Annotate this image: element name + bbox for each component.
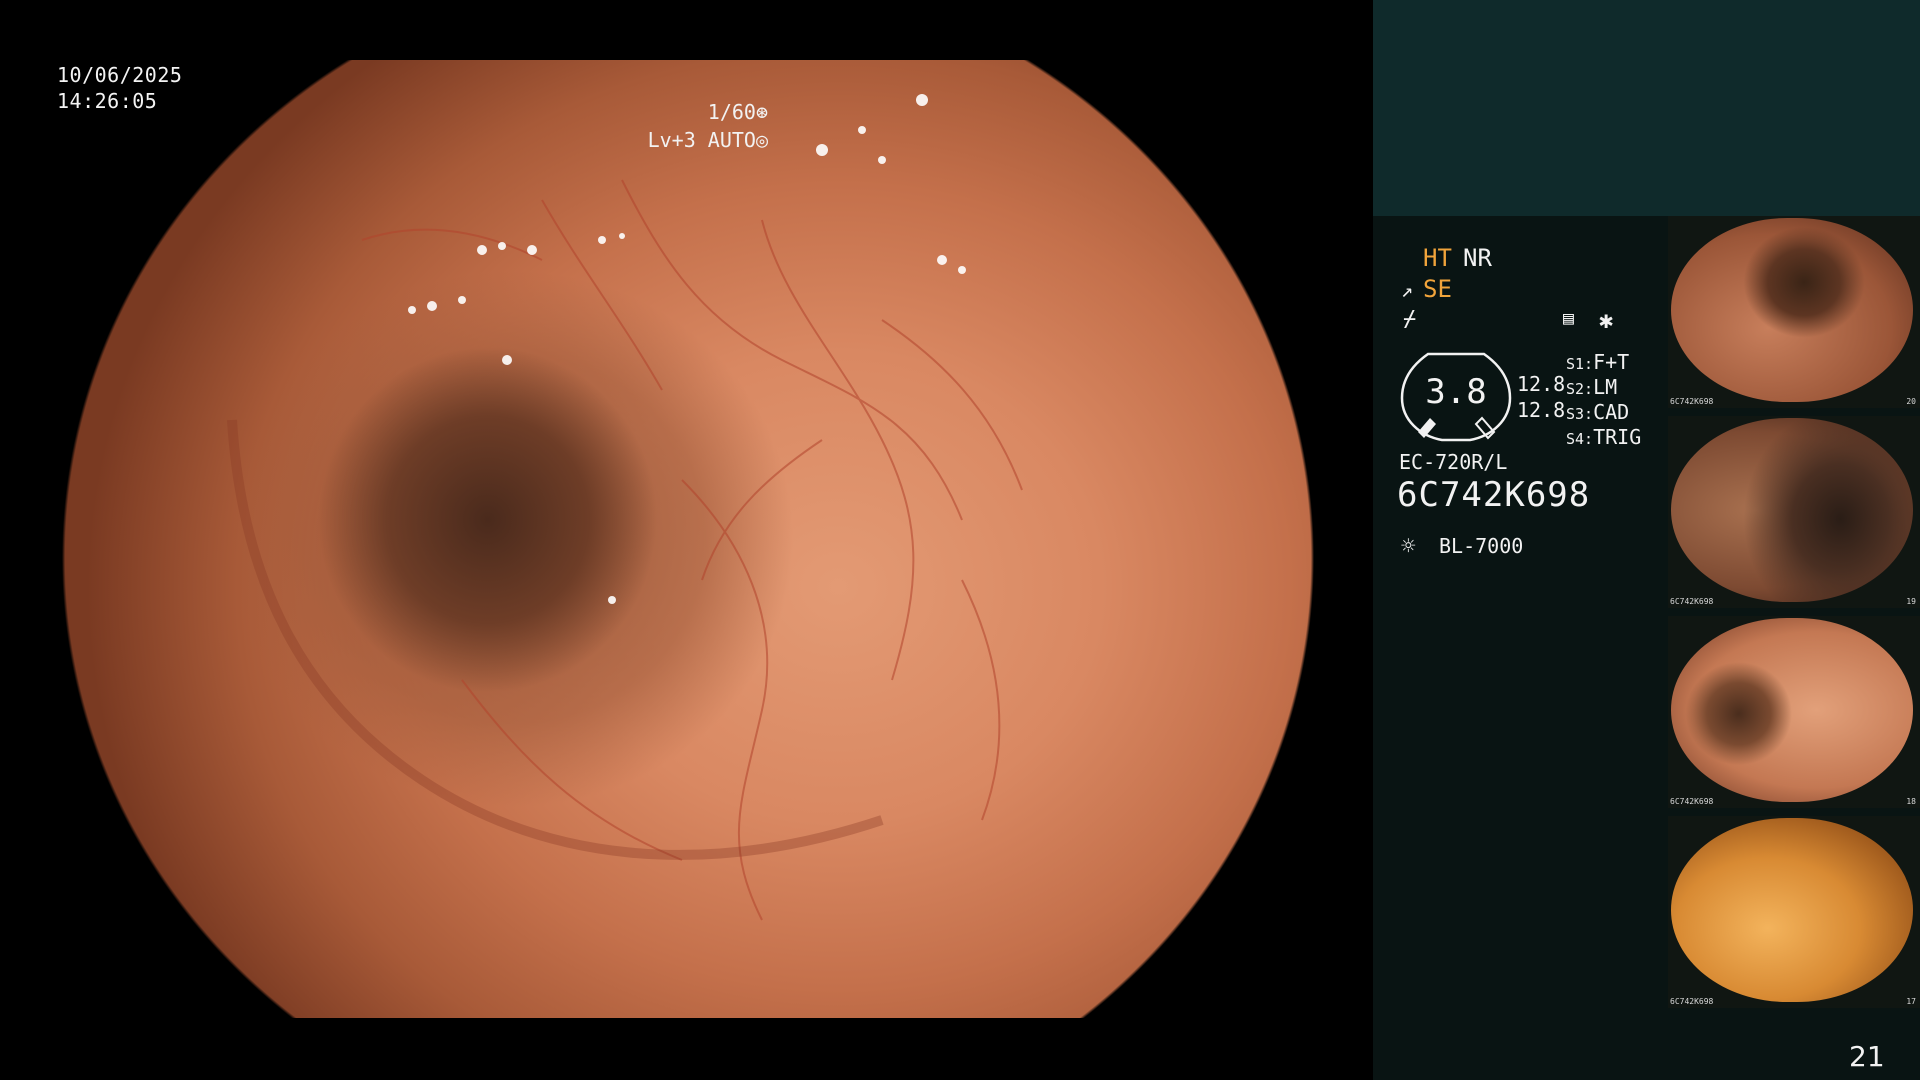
switch-s4: S4:TRIG bbox=[1566, 425, 1641, 449]
switch-key: S4: bbox=[1566, 430, 1594, 448]
thumbnail-image bbox=[1671, 618, 1913, 802]
switch-key: S2: bbox=[1566, 380, 1594, 398]
scope-serial: 6C742K698 bbox=[1397, 475, 1591, 515]
light-source-model: BL-7000 bbox=[1439, 534, 1524, 558]
document-icon: ▤ bbox=[1563, 308, 1574, 329]
thumbnail[interactable]: 6C742K698 17 bbox=[1668, 816, 1920, 1008]
switch-value: CAD bbox=[1593, 400, 1630, 424]
se-tag: SE bbox=[1423, 275, 1452, 303]
exam-date: 10/06/2025 bbox=[57, 63, 183, 87]
ht-tag: HT bbox=[1423, 244, 1452, 272]
endoscopic-image bbox=[62, 60, 1314, 1018]
iris-icon: ◎ bbox=[755, 128, 768, 152]
light-source-icon: ☼ bbox=[1401, 532, 1416, 560]
shutter-icon: ⊛ bbox=[755, 100, 768, 124]
thumbnail-image bbox=[1671, 418, 1913, 602]
brightness-level: Lv+3 AUTO◎ bbox=[648, 126, 768, 154]
thumbnail-image bbox=[1671, 818, 1913, 1002]
gauge-side-value: 12.8 bbox=[1517, 398, 1566, 422]
brightness-level-value: Lv+3 AUTO bbox=[647, 128, 756, 152]
thumbnail-number: 17 bbox=[1906, 997, 1916, 1006]
thumbnail-image bbox=[1671, 218, 1913, 402]
thumbnail[interactable]: 6C742K698 20 bbox=[1668, 216, 1920, 408]
scope-model: EC-720R/L bbox=[1399, 450, 1508, 474]
probe-icon: ↗ bbox=[1401, 278, 1414, 302]
mucosa-vessels bbox=[227, 94, 1023, 921]
thumbnail[interactable]: 6C742K698 18 bbox=[1668, 616, 1920, 808]
endoscopy-view: 10/06/2025 14:26:05 1/60⊛ Lv+3 AUTO◎ bbox=[0, 0, 1372, 1080]
panel-header-area bbox=[1373, 0, 1920, 216]
thumbnail[interactable]: 6C742K698 19 bbox=[1668, 416, 1920, 608]
gauge-value: 3.8 bbox=[1425, 372, 1487, 412]
switch-s1: S1:F+T bbox=[1566, 350, 1629, 374]
switch-key: S3: bbox=[1566, 405, 1594, 423]
page-number: 21 bbox=[1849, 1040, 1885, 1073]
thumbnail-number: 19 bbox=[1906, 597, 1916, 606]
shutter-speed-value: 1/60 bbox=[707, 100, 756, 124]
thumbnail-caption: 6C742K698 bbox=[1670, 797, 1714, 806]
capture-thumbnails: 6C742K698 20 6C742K698 19 6C742K698 18 6… bbox=[1668, 216, 1920, 1016]
freeze-icon: ⌿ bbox=[1403, 307, 1417, 332]
thumbnail-caption: 6C742K698 bbox=[1670, 397, 1714, 406]
thumbnail-caption: 6C742K698 bbox=[1670, 597, 1714, 606]
switch-value: LM bbox=[1593, 375, 1618, 399]
switch-value: TRIG bbox=[1593, 425, 1642, 449]
switch-s3: S3:CAD bbox=[1566, 400, 1629, 424]
thumbnail-number: 20 bbox=[1906, 397, 1916, 406]
switch-s2: S2:LM bbox=[1566, 375, 1617, 399]
thumbnail-caption: 6C742K698 bbox=[1670, 997, 1714, 1006]
info-panel: HT NR ↗ SE ⌿ ▤ ✱ 3.8 12.8 12.8 S1:F+T S2… bbox=[1373, 0, 1920, 1080]
endoscopy-screen: 10/06/2025 14:26:05 1/60⊛ Lv+3 AUTO◎ HT … bbox=[0, 0, 1920, 1080]
nr-tag: NR bbox=[1463, 244, 1492, 272]
shutter-speed: 1/60⊛ bbox=[708, 98, 768, 126]
switch-key: S1: bbox=[1566, 355, 1594, 373]
exam-time: 14:26:05 bbox=[57, 89, 158, 113]
gauge-side-value: 12.8 bbox=[1517, 372, 1566, 396]
asterisk-icon: ✱ bbox=[1599, 306, 1614, 334]
switch-value: F+T bbox=[1593, 350, 1630, 374]
thumbnail-number: 18 bbox=[1906, 797, 1916, 806]
